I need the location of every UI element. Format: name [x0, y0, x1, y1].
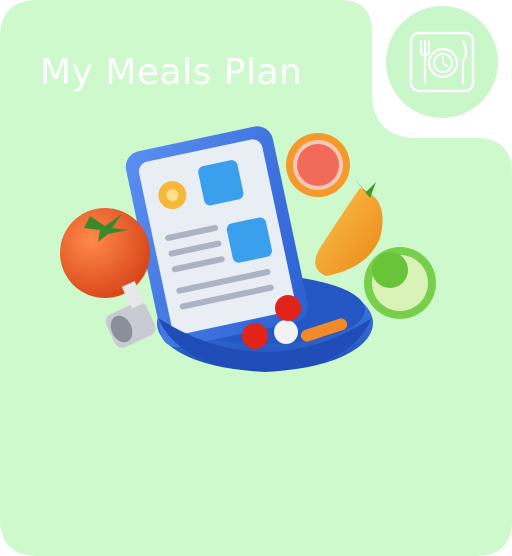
- meal-icon-badge[interactable]: [386, 6, 498, 118]
- fork-plate-knife-icon: [409, 31, 475, 93]
- meal-plan-card[interactable]: My Meals Plan: [0, 0, 512, 556]
- card-title: My Meals Plan: [40, 52, 303, 93]
- meal-plan-illustration: [60, 126, 436, 372]
